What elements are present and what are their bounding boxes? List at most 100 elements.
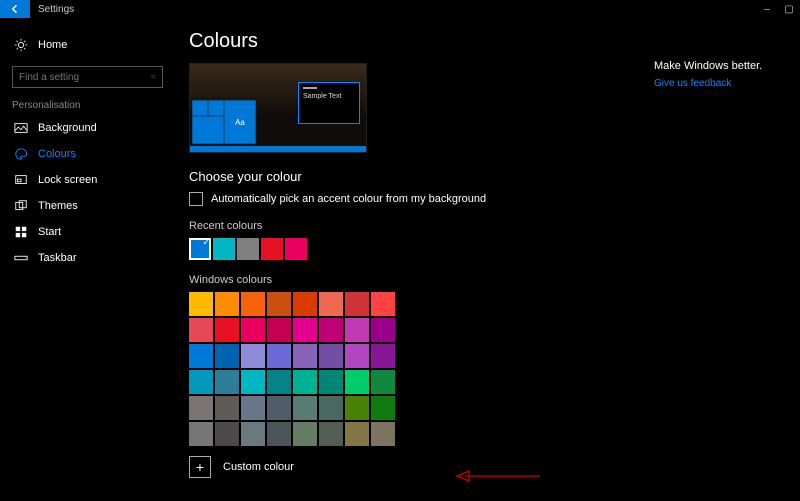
custom-colour-label: Custom colour <box>223 461 294 473</box>
windows-colour-swatch[interactable] <box>215 318 239 342</box>
themes-icon <box>14 199 28 213</box>
windows-colour-swatch[interactable] <box>319 422 343 446</box>
windows-colour-swatch[interactable] <box>189 422 213 446</box>
windows-colour-swatch[interactable] <box>319 292 343 316</box>
windows-colour-swatch[interactable] <box>319 370 343 394</box>
auto-accent-checkbox[interactable]: Automatically pick an accent colour from… <box>189 192 800 206</box>
windows-colour-swatch[interactable] <box>371 292 395 316</box>
page-title: Colours <box>189 30 800 53</box>
windows-colour-swatch[interactable] <box>267 396 291 420</box>
recent-colour-swatch[interactable] <box>285 238 307 260</box>
sidebar-item-background[interactable]: Background <box>0 115 175 141</box>
preview-window: Sample Text <box>298 82 360 124</box>
windows-colour-swatch[interactable] <box>319 318 343 342</box>
search-input[interactable] <box>12 66 163 88</box>
back-button[interactable] <box>0 0 30 18</box>
titlebar: Settings – ▢ <box>0 0 800 18</box>
windows-colour-swatch[interactable] <box>293 370 317 394</box>
windows-colour-swatch[interactable] <box>345 318 369 342</box>
windows-colour-swatch[interactable] <box>215 422 239 446</box>
search-field[interactable] <box>19 72 151 83</box>
recent-colour-swatch[interactable] <box>213 238 235 260</box>
sidebar-item-label: Start <box>38 226 61 238</box>
custom-colour-button[interactable]: + Custom colour <box>189 456 800 478</box>
windows-colour-swatch[interactable] <box>371 422 395 446</box>
palette-icon <box>14 147 28 161</box>
windows-colour-swatch[interactable] <box>267 422 291 446</box>
recent-colour-swatch[interactable] <box>189 238 211 260</box>
windows-colour-swatch[interactable] <box>345 422 369 446</box>
sidebar-item-themes[interactable]: Themes <box>0 193 175 219</box>
windows-colour-swatch[interactable] <box>215 396 239 420</box>
windows-colour-swatch[interactable] <box>293 396 317 420</box>
sidebar-item-lockscreen[interactable]: Lock screen <box>0 167 175 193</box>
windows-colour-swatch[interactable] <box>293 344 317 368</box>
sidebar-item-label: Themes <box>38 200 78 212</box>
windows-colour-swatch[interactable] <box>345 344 369 368</box>
checkbox-icon <box>189 192 203 206</box>
windows-colour-swatch[interactable] <box>345 292 369 316</box>
auto-accent-label: Automatically pick an accent colour from… <box>211 193 486 205</box>
windows-colour-swatch[interactable] <box>371 396 395 420</box>
feedback-link[interactable]: Give us feedback <box>654 78 774 89</box>
windows-colour-swatch[interactable] <box>241 370 265 394</box>
windows-colour-swatch[interactable] <box>189 292 213 316</box>
preview-tile-aa: Aa <box>224 100 256 144</box>
app-title: Settings <box>38 4 74 15</box>
start-icon <box>14 225 28 239</box>
preview-window-text: Sample Text <box>303 93 341 100</box>
sidebar-home[interactable]: Home <box>0 32 175 58</box>
recent-colour-swatch[interactable] <box>261 238 283 260</box>
windows-colour-swatch[interactable] <box>189 370 213 394</box>
search-icon <box>151 71 156 83</box>
recent-colour-swatch[interactable] <box>237 238 259 260</box>
windows-colours-grid <box>189 292 395 446</box>
plus-icon: + <box>189 456 211 478</box>
windows-colour-swatch[interactable] <box>241 396 265 420</box>
colour-preview: Aa Sample Text <box>189 63 367 153</box>
windows-colour-swatch[interactable] <box>241 344 265 368</box>
windows-colour-swatch[interactable] <box>189 344 213 368</box>
maximize-button[interactable]: ▢ <box>778 0 800 18</box>
windows-colour-swatch[interactable] <box>371 344 395 368</box>
windows-colour-swatch[interactable] <box>267 370 291 394</box>
windows-colour-swatch[interactable] <box>345 370 369 394</box>
windows-colour-swatch[interactable] <box>215 370 239 394</box>
section-choose-colour: Choose your colour <box>189 169 800 184</box>
windows-colour-swatch[interactable] <box>267 292 291 316</box>
windows-colour-swatch[interactable] <box>241 422 265 446</box>
windows-colour-swatch[interactable] <box>241 292 265 316</box>
windows-colour-swatch[interactable] <box>215 292 239 316</box>
windows-colour-swatch[interactable] <box>241 318 265 342</box>
windows-colour-swatch[interactable] <box>293 292 317 316</box>
recent-colours-label: Recent colours <box>189 220 800 232</box>
sidebar-item-label: Taskbar <box>38 252 77 264</box>
sidebar-item-colours[interactable]: Colours <box>0 141 175 167</box>
window-controls: – ▢ <box>756 0 800 18</box>
windows-colour-swatch[interactable] <box>293 422 317 446</box>
windows-colour-swatch[interactable] <box>371 370 395 394</box>
sidebar-item-label: Lock screen <box>38 174 97 186</box>
windows-colour-swatch[interactable] <box>267 344 291 368</box>
windows-colour-swatch[interactable] <box>189 396 213 420</box>
windows-colour-swatch[interactable] <box>319 396 343 420</box>
windows-colour-swatch[interactable] <box>319 344 343 368</box>
sidebar-item-taskbar[interactable]: Taskbar <box>0 245 175 271</box>
picture-icon <box>14 121 28 135</box>
windows-colour-swatch[interactable] <box>371 318 395 342</box>
gear-icon <box>14 38 28 52</box>
feedback-panel: Make Windows better. Give us feedback <box>654 60 774 89</box>
sidebar: Home Personalisation Background Colours … <box>0 18 175 501</box>
windows-colour-swatch[interactable] <box>345 396 369 420</box>
minimize-button[interactable]: – <box>756 0 778 18</box>
sidebar-item-start[interactable]: Start <box>0 219 175 245</box>
content: Colours Aa Sample Text Choose your colou… <box>175 18 800 501</box>
recent-colours <box>189 238 800 260</box>
back-arrow-icon <box>9 3 21 15</box>
windows-colour-swatch[interactable] <box>189 318 213 342</box>
sidebar-home-label: Home <box>38 39 67 51</box>
windows-colour-swatch[interactable] <box>293 318 317 342</box>
windows-colour-swatch[interactable] <box>267 318 291 342</box>
windows-colour-swatch[interactable] <box>215 344 239 368</box>
sidebar-item-label: Colours <box>38 148 76 160</box>
